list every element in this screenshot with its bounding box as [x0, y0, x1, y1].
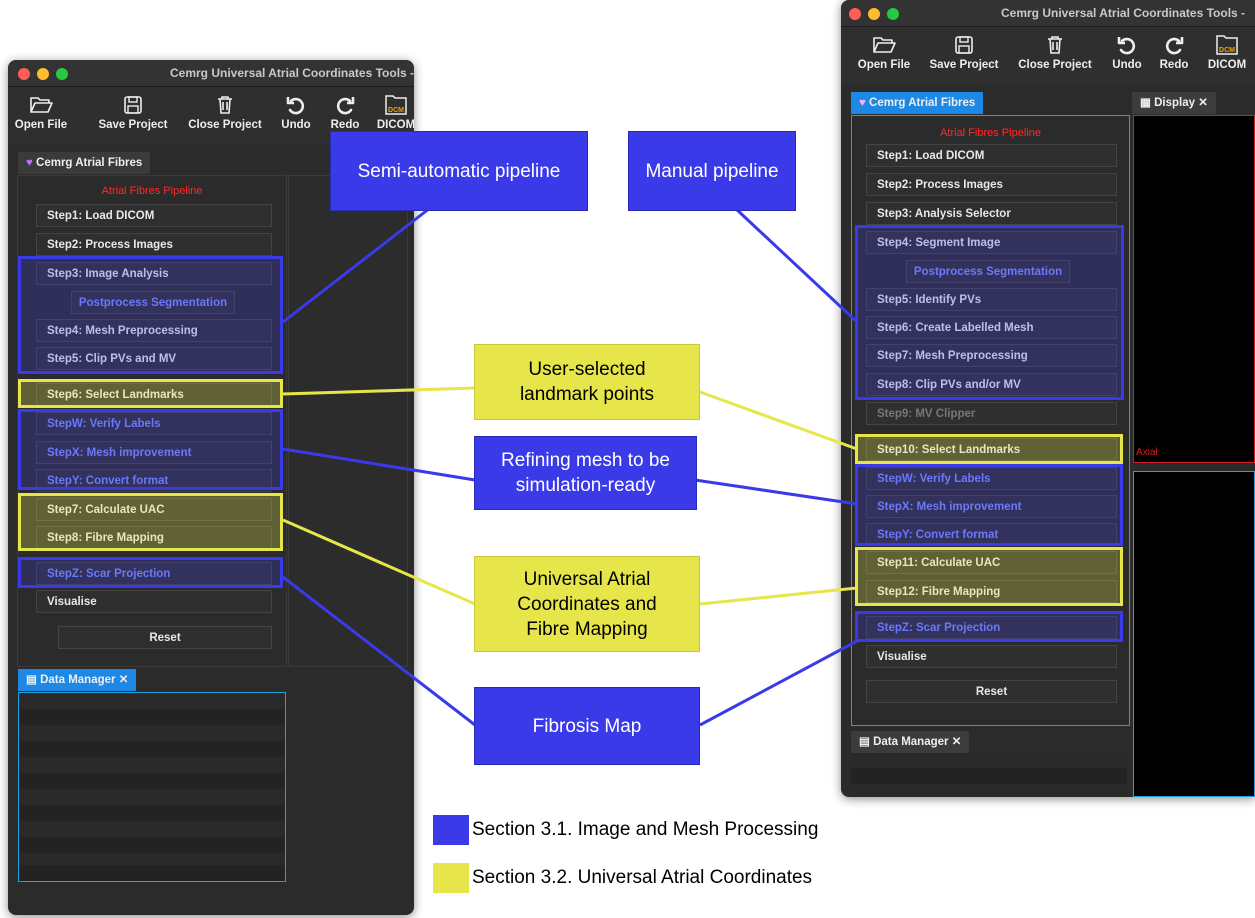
connector-fibrosis-right — [699, 639, 858, 727]
connector-semi-auto — [282, 206, 431, 324]
connector-refine-left — [282, 447, 476, 482]
connector-uac-left — [282, 518, 476, 606]
connector-fibrosis-left — [282, 575, 476, 727]
callout-manual-pipeline: Manual pipeline — [628, 131, 796, 211]
callout-landmark-points: User-selected landmark points — [474, 344, 700, 420]
callout-refining-mesh: Refining mesh to be simulation-ready — [474, 436, 697, 510]
legend-swatch-yellow — [433, 863, 469, 893]
connector-landmarks-left — [282, 386, 476, 396]
connector-refine-right — [694, 478, 858, 506]
callout-uac-fibre-mapping: Universal Atrial Coordinates and Fibre M… — [474, 556, 700, 652]
callout-semi-automatic-pipeline: Semi-automatic pipeline — [330, 131, 588, 211]
legend-label-uac: Section 3.2. Universal Atrial Coordinate… — [472, 867, 813, 888]
callout-fibrosis-map: Fibrosis Map — [474, 687, 700, 765]
connector-manual — [733, 206, 859, 324]
connector-uac-right — [699, 586, 858, 606]
legend-swatch-blue — [433, 815, 469, 845]
legend-label-image-mesh: Section 3.1. Image and Mesh Processing — [472, 819, 819, 840]
connector-landmarks-right — [699, 390, 858, 451]
